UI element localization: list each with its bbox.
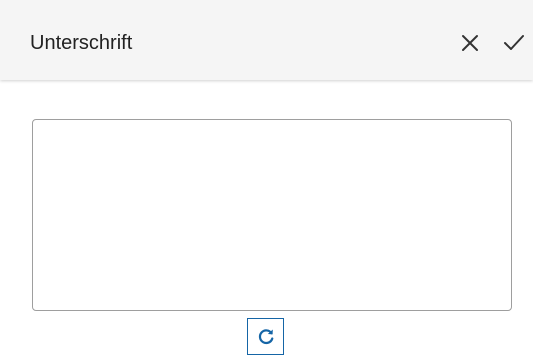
dialog-title: Unterschrift <box>30 32 133 54</box>
confirm-button[interactable] <box>502 31 526 55</box>
signature-pad[interactable] <box>32 119 512 311</box>
close-icon <box>458 31 482 55</box>
signature-dialog: Unterschrift <box>0 0 533 363</box>
refresh-icon <box>256 327 276 347</box>
close-button[interactable] <box>458 31 482 55</box>
dialog-header: Unterschrift <box>0 0 533 80</box>
checkmark-icon <box>502 31 526 55</box>
reset-signature-button[interactable] <box>247 318 284 355</box>
